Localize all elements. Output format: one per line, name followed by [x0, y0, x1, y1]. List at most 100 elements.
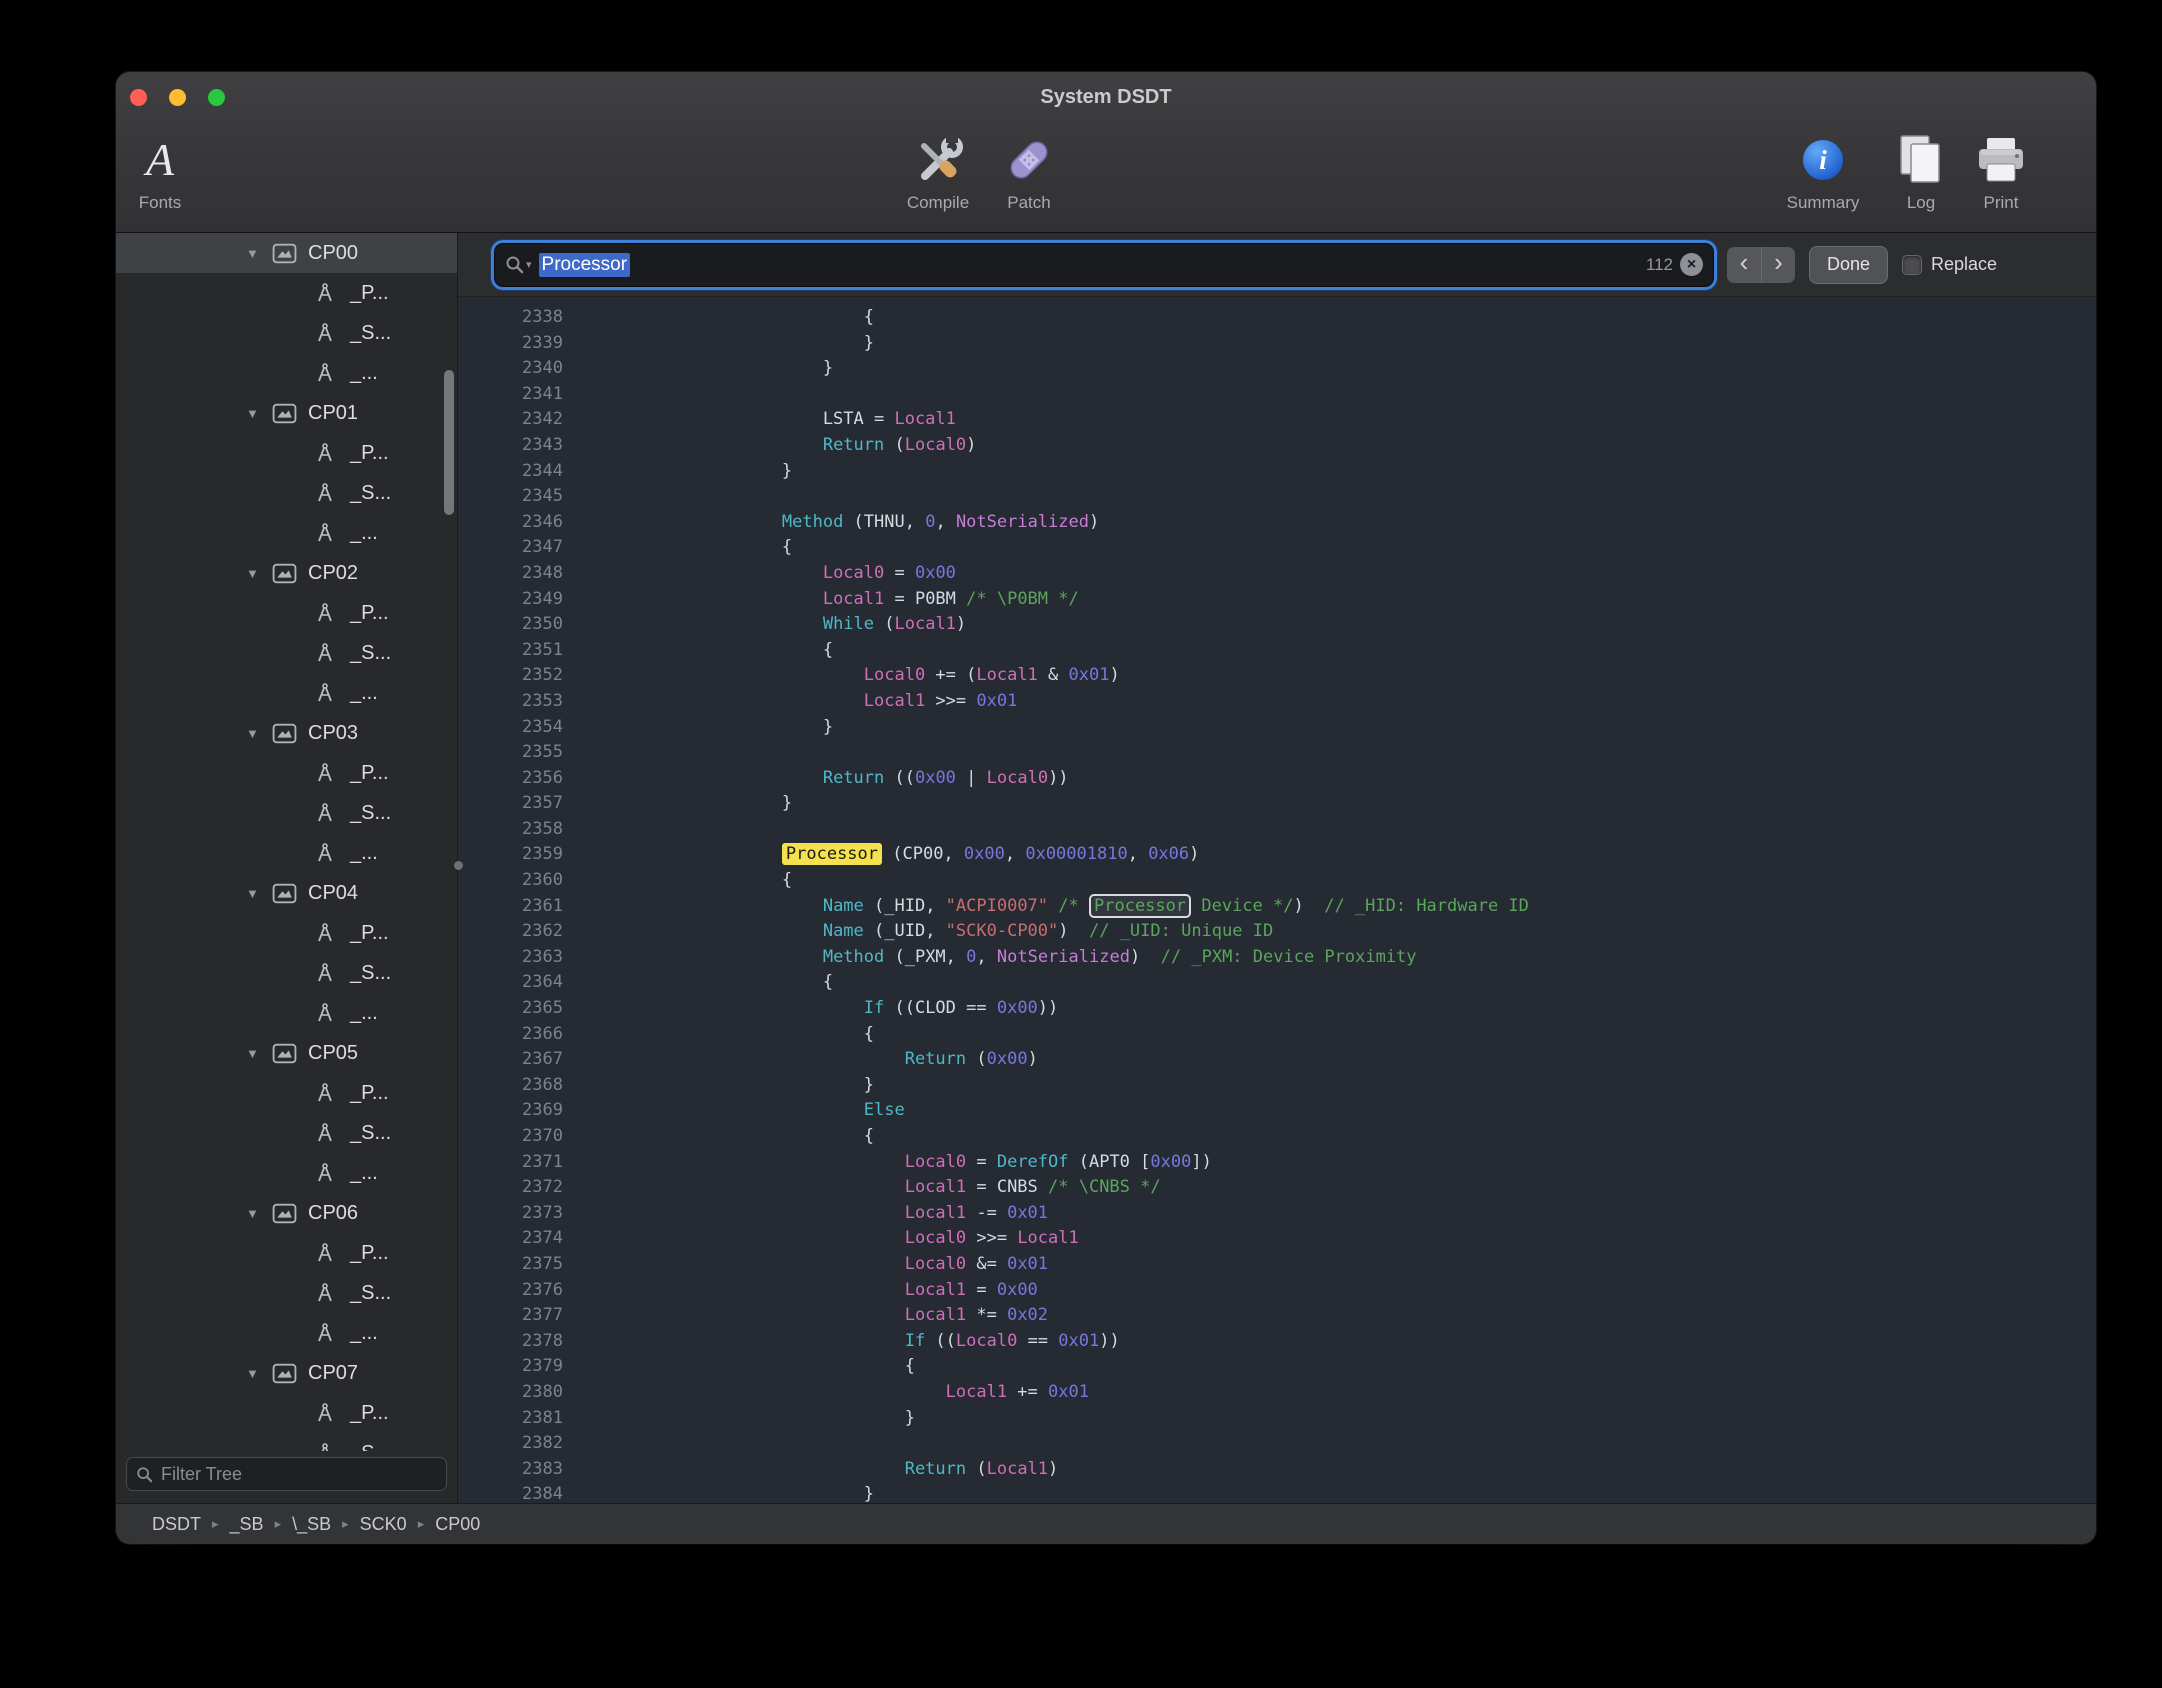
code-text: { — [700, 1022, 874, 1048]
code-line: 2345 — [458, 484, 2096, 510]
tree-item-_p[interactable]: _P... — [116, 593, 457, 633]
previous-match-button[interactable]: ‹ — [1727, 247, 1761, 283]
tree-item-_p[interactable]: _P... — [116, 913, 457, 953]
fonts-button[interactable]: A Fonts — [116, 128, 225, 213]
tree-item-_[interactable]: _... — [116, 353, 457, 393]
tree-item-_s[interactable]: _S... — [116, 793, 457, 833]
code-area[interactable]: 2338 {2339 }2340 }23412342 LSTA = Local1… — [458, 297, 2096, 1503]
tree-item-_p[interactable]: _P... — [116, 1073, 457, 1113]
tree-item-_p[interactable]: _P... — [116, 273, 457, 313]
tree-item-_s[interactable]: _S... — [116, 953, 457, 993]
tree-item-cp06[interactable]: ▼CP06 — [116, 1193, 457, 1233]
window-chrome: System DSDT A Fonts Compile — [116, 72, 2096, 233]
breadcrumb-item[interactable]: \_SB — [292, 1514, 331, 1535]
tree-item-_[interactable]: _... — [116, 1313, 457, 1353]
tree-item-_[interactable]: _... — [116, 673, 457, 713]
search-input[interactable]: ▾ Processor 112 × — [495, 244, 1713, 286]
filter-tree-field[interactable] — [126, 1457, 447, 1491]
code-text: { — [700, 535, 792, 561]
code-text: Local1 >>= 0x01 — [700, 689, 1017, 715]
code-line: 2344 } — [458, 459, 2096, 485]
code-line: 2360 { — [458, 868, 2096, 894]
line-number: 2362 — [458, 919, 563, 945]
tree-item-_p[interactable]: _P... — [116, 1233, 457, 1273]
tree-item-cp01[interactable]: ▼CP01 — [116, 393, 457, 433]
disclosure-triangle-icon[interactable]: ▼ — [246, 246, 272, 261]
code-text: } — [700, 715, 833, 741]
sidebar-scrollbar[interactable] — [444, 370, 454, 515]
search-menu-button[interactable]: ▾ — [505, 255, 532, 274]
tree-item-label: _P... — [350, 922, 389, 945]
find-nav-segment: ‹ › — [1727, 247, 1795, 283]
line-number: 2370 — [458, 1124, 563, 1150]
tree-item-label: CP07 — [308, 1362, 358, 1385]
method-icon — [314, 1161, 350, 1185]
code-line: 2377 Local1 *= 0x02 — [458, 1303, 2096, 1329]
scope-icon — [272, 243, 308, 264]
tree-item-_p[interactable]: _P... — [116, 1393, 457, 1433]
code-text: Return (0x00) — [700, 1047, 1038, 1073]
code-line: 2346 Method (THNU, 0, NotSerialized) — [458, 510, 2096, 536]
replace-checkbox[interactable] — [1902, 255, 1922, 275]
disclosure-triangle-icon[interactable]: ▼ — [246, 1046, 272, 1061]
tree-item-cp00[interactable]: ▼CP00 — [116, 233, 457, 273]
tree-item-label: _P... — [350, 1402, 389, 1425]
next-match-button[interactable]: › — [1761, 247, 1795, 283]
code-text: } — [700, 459, 792, 485]
tree-item-_s[interactable]: _S... — [116, 1273, 457, 1313]
tree-item-_s[interactable]: _S... — [116, 1113, 457, 1153]
line-number: 2373 — [458, 1201, 563, 1227]
code-text: Processor (CP00, 0x00, 0x00001810, 0x06) — [700, 842, 1199, 868]
tree-item-cp02[interactable]: ▼CP02 — [116, 553, 457, 593]
tree-item-_s[interactable]: _S... — [116, 1433, 457, 1451]
line-number: 2364 — [458, 970, 563, 996]
tree-item-_p[interactable]: _P... — [116, 433, 457, 473]
print-button[interactable]: Print — [1936, 128, 2066, 213]
tree-item-cp03[interactable]: ▼CP03 — [116, 713, 457, 753]
disclosure-triangle-icon[interactable]: ▼ — [246, 1366, 272, 1381]
tree-item-_s[interactable]: _S... — [116, 313, 457, 353]
disclosure-triangle-icon[interactable]: ▼ — [246, 726, 272, 741]
replace-toggle[interactable]: Replace — [1902, 254, 1997, 275]
patch-button[interactable]: Patch — [964, 128, 1094, 213]
tree-item-_s[interactable]: _S... — [116, 473, 457, 513]
disclosure-triangle-icon[interactable]: ▼ — [246, 1206, 272, 1221]
splitter-handle[interactable] — [454, 861, 463, 870]
breadcrumb-item[interactable]: CP00 — [435, 1514, 480, 1535]
disclosure-triangle-icon[interactable]: ▼ — [246, 566, 272, 581]
filter-tree-input[interactable] — [161, 1464, 437, 1485]
line-number: 2356 — [458, 766, 563, 792]
tree-item-cp07[interactable]: ▼ CP07 — [116, 1353, 457, 1393]
disclosure-triangle-icon[interactable]: ▼ — [246, 886, 272, 901]
tree-item-cp05[interactable]: ▼ CP05 — [116, 1033, 457, 1073]
disclosure-triangle-icon[interactable]: ▼ — [246, 406, 272, 421]
code-line: 2373 Local1 -= 0x01 — [458, 1201, 2096, 1227]
code-line: 2363 Method (_PXM, 0, NotSerialized) // … — [458, 945, 2096, 971]
line-number: 2344 — [458, 459, 563, 485]
tree-item-label: CP05 — [308, 1042, 358, 1065]
line-number: 2382 — [458, 1431, 563, 1457]
tree-item-_[interactable]: _... — [116, 513, 457, 553]
chevron-down-icon: ▾ — [526, 258, 532, 271]
line-number: 2360 — [458, 868, 563, 894]
done-button[interactable]: Done — [1809, 246, 1888, 284]
breadcrumb: DSDT▸_SB▸\_SB▸SCK0▸CP00 — [116, 1503, 2096, 1544]
clear-search-icon[interactable]: × — [1680, 253, 1703, 276]
line-number: 2369 — [458, 1098, 563, 1124]
method-icon — [314, 1401, 350, 1425]
tree-item-_s[interactable]: _S... — [116, 633, 457, 673]
line-number: 2383 — [458, 1457, 563, 1483]
breadcrumb-item[interactable]: _SB — [230, 1514, 264, 1535]
breadcrumb-item[interactable]: DSDT — [152, 1514, 201, 1535]
tree-item-_[interactable]: _... — [116, 993, 457, 1033]
method-icon — [314, 1241, 350, 1265]
tree-item-_[interactable]: _... — [116, 1153, 457, 1193]
breadcrumb-item[interactable]: SCK0 — [360, 1514, 407, 1535]
scope-icon — [272, 403, 308, 424]
code-text: Local0 = DerefOf (APT0 [0x00]) — [700, 1150, 1212, 1176]
tree-item-_[interactable]: _... — [116, 833, 457, 873]
code-line: 2343 Return (Local0) — [458, 433, 2096, 459]
tree-item-cp04[interactable]: ▼CP04 — [116, 873, 457, 913]
tree-item-_p[interactable]: _P... — [116, 753, 457, 793]
line-number: 2353 — [458, 689, 563, 715]
